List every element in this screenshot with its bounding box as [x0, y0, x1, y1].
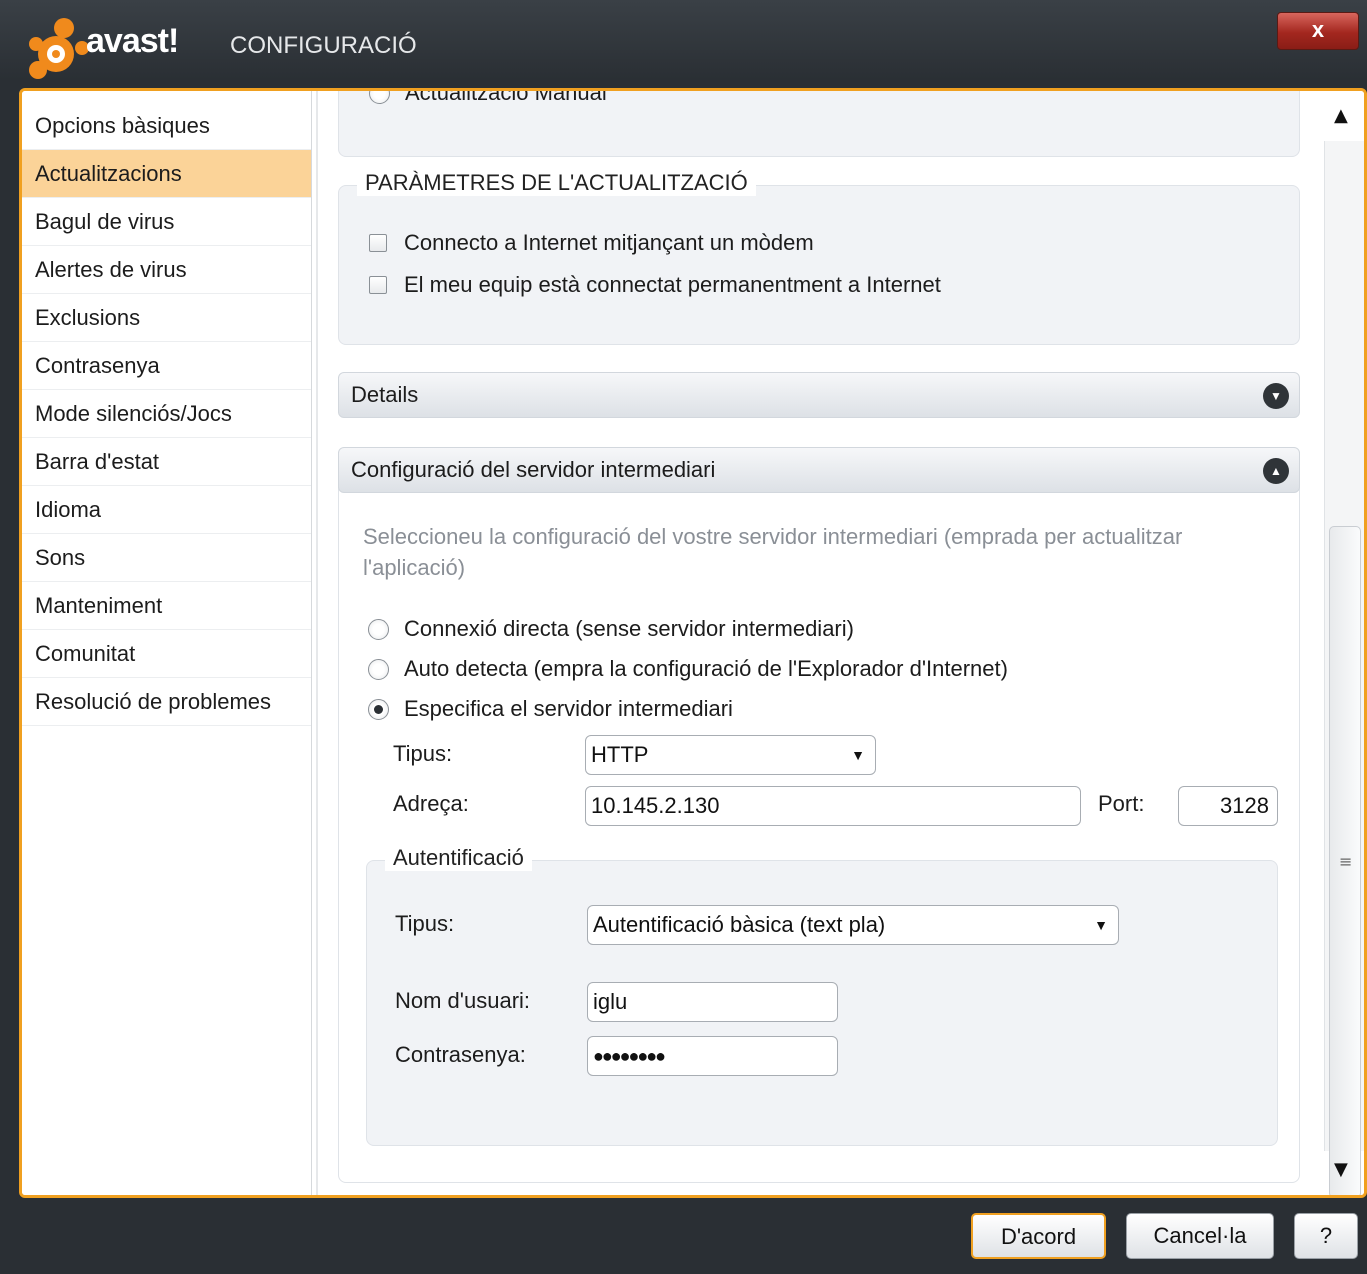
- details-title: Details: [351, 382, 419, 407]
- modem-option[interactable]: Connecto a Internet mitjançant un mòdem: [369, 230, 814, 256]
- auto-detect-radio[interactable]: [368, 658, 389, 680]
- permanent-connection-label: El meu equip està connectat permanentmen…: [404, 272, 941, 297]
- direct-connection-radio[interactable]: [368, 618, 389, 640]
- manual-update-radio[interactable]: [369, 91, 390, 104]
- sidebar-item-silent-mode[interactable]: Mode silenciós/Jocs: [22, 390, 311, 438]
- chevron-up-icon[interactable]: ▲: [1263, 458, 1289, 484]
- proxy-address-label: Adreça:: [393, 791, 469, 816]
- update-params-legend: PARÀMETRES DE L'ACTUALITZACIÓ: [357, 170, 756, 196]
- sidebar-item-troubleshooting[interactable]: Resolució de problemes: [22, 678, 311, 726]
- username-field[interactable]: iglu: [587, 982, 838, 1022]
- main-content: Actualització Manual PARÀMETRES DE L'ACT…: [319, 91, 1319, 1195]
- username-label: Nom d'usuari:: [395, 988, 531, 1013]
- password-label: Contrasenya:: [395, 1042, 526, 1067]
- sidebar-item-basic-options[interactable]: Opcions bàsiques: [22, 102, 311, 150]
- proxy-type-value: HTTP: [591, 742, 649, 767]
- content-frame: Opcions bàsiques Actualitzacions Bagul d…: [19, 88, 1367, 1198]
- auth-type-select[interactable]: Autentificació bàsica (text pla) ▼: [587, 905, 1119, 945]
- password-field[interactable]: ●●●●●●●●: [587, 1036, 838, 1076]
- proxy-type-select[interactable]: HTTP ▼: [585, 735, 876, 775]
- cancel-button[interactable]: Cancel·la: [1126, 1213, 1274, 1259]
- sidebar-item-language[interactable]: Idioma: [22, 486, 311, 534]
- auth-legend: Autentificació: [385, 845, 532, 871]
- scroll-thumb[interactable]: ≡: [1329, 526, 1361, 1195]
- proxy-title: Configuració del servidor intermediari: [351, 457, 716, 482]
- modem-checkbox[interactable]: [369, 234, 387, 252]
- help-button[interactable]: ?: [1294, 1213, 1358, 1259]
- auth-type-value: Autentificació bàsica (text pla): [593, 912, 886, 937]
- permanent-connection-option[interactable]: El meu equip està connectat permanentmen…: [369, 272, 941, 298]
- specify-proxy-option[interactable]: Especifica el servidor intermediari: [368, 696, 733, 722]
- specify-proxy-label: Especifica el servidor intermediari: [404, 696, 733, 721]
- direct-connection-option[interactable]: Connexió directa (sense servidor interme…: [368, 616, 854, 642]
- sidebar-item-password[interactable]: Contrasenya: [22, 342, 311, 390]
- scroll-down-icon[interactable]: ▼: [1334, 1159, 1348, 1180]
- vertical-scrollbar[interactable]: ▲ ≡ ▼: [1324, 91, 1364, 1195]
- manual-update-option[interactable]: Actualització Manual: [369, 88, 607, 106]
- close-button[interactable]: x: [1277, 12, 1359, 50]
- ok-button[interactable]: D'acord: [971, 1213, 1106, 1259]
- sidebar-divider: [316, 91, 318, 1195]
- proxy-description: Seleccioneu la configuració del vostre s…: [363, 524, 1183, 580]
- permanent-connection-checkbox[interactable]: [369, 276, 387, 294]
- sidebar-item-community[interactable]: Comunitat: [22, 630, 311, 678]
- direct-connection-label: Connexió directa (sense servidor interme…: [404, 616, 854, 641]
- settings-window: avast! CONFIGURACIÓ x Opcions bàsiques A…: [0, 0, 1367, 1274]
- scroll-up-icon[interactable]: ▲: [1334, 105, 1348, 126]
- specify-proxy-radio[interactable]: [368, 698, 389, 720]
- sidebar-item-sounds[interactable]: Sons: [22, 534, 311, 582]
- brand-name: avast!: [86, 22, 179, 60]
- proxy-type-label: Tipus:: [393, 741, 453, 766]
- title-bar: avast! CONFIGURACIÓ x: [0, 0, 1367, 88]
- auth-type-label: Tipus:: [395, 911, 455, 936]
- dropdown-arrow-icon: ▼: [851, 747, 865, 763]
- modem-label: Connecto a Internet mitjançant un mòdem: [404, 230, 814, 255]
- sidebar: Opcions bàsiques Actualitzacions Bagul d…: [22, 91, 312, 1195]
- details-header[interactable]: Details ▼: [338, 372, 1300, 418]
- dropdown-arrow-icon: ▼: [1094, 917, 1108, 933]
- manual-update-label: Actualització Manual: [405, 88, 607, 105]
- grip-icon: ≡: [1339, 852, 1353, 871]
- auto-detect-label: Auto detecta (empra la configuració de l…: [404, 656, 1008, 681]
- sidebar-item-exclusions[interactable]: Exclusions: [22, 294, 311, 342]
- sidebar-item-virus-alerts[interactable]: Alertes de virus: [22, 246, 311, 294]
- proxy-address-field[interactable]: 10.145.2.130: [585, 786, 1081, 826]
- scroll-track[interactable]: ≡: [1324, 141, 1364, 1195]
- update-mode-panel: Actualització Manual: [338, 88, 1300, 157]
- sidebar-item-virus-chest[interactable]: Bagul de virus: [22, 198, 311, 246]
- proxy-header[interactable]: Configuració del servidor intermediari ▲: [338, 447, 1300, 493]
- sidebar-item-updates[interactable]: Actualitzacions: [22, 150, 311, 198]
- proxy-port-field[interactable]: 3128: [1178, 786, 1278, 826]
- update-params-panel: PARÀMETRES DE L'ACTUALITZACIÓ Connecto a…: [338, 170, 1300, 345]
- proxy-port-label: Port:: [1098, 791, 1145, 816]
- window-title: CONFIGURACIÓ: [230, 32, 417, 59]
- sidebar-item-maintenance[interactable]: Manteniment: [22, 582, 311, 630]
- chevron-down-icon[interactable]: ▼: [1263, 383, 1289, 409]
- auto-detect-option[interactable]: Auto detecta (empra la configuració de l…: [368, 656, 1008, 682]
- sidebar-item-status-bar[interactable]: Barra d'estat: [22, 438, 311, 486]
